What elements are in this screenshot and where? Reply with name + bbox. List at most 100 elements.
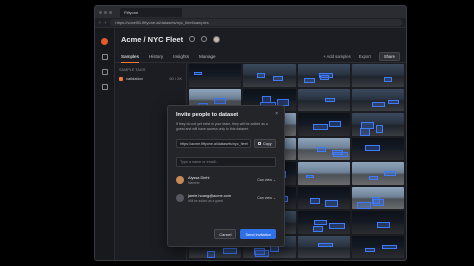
- sidebar-header-label: SAMPLE TAGS: [119, 68, 146, 72]
- invite-modal: Invite people to dataset × If they do no…: [167, 105, 285, 247]
- member-info: jamie.hoang@acme.com Will be added as a …: [188, 193, 231, 203]
- sample-thumbnail[interactable]: [297, 186, 350, 209]
- member-row: Alyssa Diehl Member Can view ⌄: [176, 175, 276, 185]
- sample-thumbnail[interactable]: [351, 211, 404, 234]
- detection-box: [314, 220, 327, 226]
- sample-thumbnail[interactable]: [297, 137, 350, 160]
- member-name: jamie.hoang@acme.com: [188, 193, 232, 198]
- detection-box: [316, 146, 326, 152]
- avatar: [176, 176, 184, 184]
- detection-box: [384, 171, 396, 176]
- detection-box: [272, 76, 283, 81]
- detection-box: [194, 71, 202, 76]
- send-invitation-button[interactable]: Send invitation: [240, 229, 276, 239]
- datasets-icon[interactable]: [101, 54, 108, 60]
- forward-icon[interactable]: ›: [105, 20, 107, 26]
- share-button[interactable]: Share: [378, 51, 400, 61]
- modal-actions: Cancel Send invitation: [214, 229, 276, 239]
- modal-description: If they do not yet exist in your team, t…: [176, 122, 268, 131]
- detection-box: [213, 97, 226, 105]
- detection-box: [305, 174, 315, 179]
- close-icon[interactable]: ×: [275, 112, 278, 117]
- sample-thumbnail[interactable]: [351, 235, 404, 258]
- sample-thumbnail[interactable]: [297, 64, 350, 87]
- detection-box: [310, 197, 321, 204]
- detection-box: [381, 244, 397, 250]
- window-dot[interactable]: [104, 10, 107, 14]
- export-button[interactable]: Export: [359, 54, 371, 59]
- cancel-button[interactable]: Cancel: [214, 229, 237, 239]
- detection-box: [375, 125, 384, 133]
- url-field[interactable]: https://voxel51.fiftyone.ai/datasets/nyc…: [110, 19, 402, 26]
- logo-icon[interactable]: [101, 38, 108, 45]
- member-row: jamie.hoang@acme.com Will be added as a …: [176, 193, 276, 203]
- sample-thumbnail[interactable]: [297, 211, 350, 234]
- permission-select[interactable]: Can view ⌄: [257, 178, 276, 182]
- sample-thumbnail[interactable]: [189, 64, 242, 87]
- sample-thumbnail[interactable]: [297, 162, 350, 185]
- browser-urlbar: ‹ › https://voxel51.fiftyone.ai/datasets…: [95, 18, 406, 28]
- detection-box: [372, 197, 380, 205]
- window-dot[interactable]: [109, 10, 112, 14]
- browser-tabbar: Fiftyone: [95, 6, 406, 18]
- detection-box: [377, 222, 391, 228]
- sample-thumbnail[interactable]: [351, 113, 404, 136]
- tab-insights[interactable]: Insights: [173, 50, 189, 63]
- detection-box: [324, 97, 336, 102]
- sidebar-item-count: 50 / 2K: [169, 76, 182, 81]
- detection-box: [304, 77, 316, 84]
- sample-thumbnail[interactable]: [297, 113, 350, 136]
- detection-box: [312, 123, 328, 131]
- settings-icon[interactable]: [201, 36, 208, 42]
- modal-title: Invite people to dataset: [176, 112, 239, 118]
- detection-box: [387, 99, 399, 104]
- permission-select[interactable]: Can view ⌄: [257, 196, 276, 200]
- page: Fiftyone ‹ › https://voxel51.fiftyone.ai…: [0, 0, 474, 266]
- detection-box: [371, 102, 386, 107]
- tab-history[interactable]: History: [149, 50, 163, 63]
- member-name: Alyssa Diehl: [188, 175, 210, 180]
- checkbox-icon[interactable]: [119, 76, 123, 81]
- link-row: https://acme.fiftyone.ai/datasets/nyc_fl…: [176, 139, 276, 148]
- help-icon[interactable]: [189, 36, 196, 42]
- sample-thumbnail[interactable]: [243, 64, 296, 87]
- detection-box: [364, 145, 380, 151]
- add-samples-button[interactable]: + Add samples: [323, 54, 351, 59]
- back-icon[interactable]: ‹: [99, 20, 101, 26]
- sample-thumbnail[interactable]: [351, 162, 404, 185]
- avatar[interactable]: [213, 35, 221, 43]
- grid-icon[interactable]: [101, 69, 108, 75]
- detection-box: [254, 247, 266, 256]
- detection-box: [329, 223, 345, 229]
- copy-icon: [258, 141, 262, 146]
- email-input[interactable]: Type a name or email...: [176, 157, 276, 167]
- detection-box: [313, 226, 323, 232]
- sample-thumbnail[interactable]: [351, 137, 404, 160]
- copy-button[interactable]: Copy: [254, 139, 276, 148]
- member-info: Alyssa Diehl Member: [188, 175, 209, 185]
- detection-box: [207, 251, 216, 258]
- browser-tab[interactable]: Fiftyone: [120, 7, 182, 17]
- sample-thumbnail[interactable]: [297, 235, 350, 258]
- detection-box: [325, 200, 339, 207]
- detection-box: [319, 73, 334, 79]
- share-link-field[interactable]: https://acme.fiftyone.ai/datasets/nyc_fl…: [176, 139, 251, 148]
- tab-manage[interactable]: Manage: [199, 50, 216, 63]
- member-role: Will be added as a guest: [188, 199, 223, 203]
- sidebar-item-validation[interactable]: validation 50 / 2K: [119, 76, 182, 81]
- left-rail: [95, 28, 115, 260]
- detection-box: [359, 128, 370, 136]
- sample-thumbnail[interactable]: [351, 186, 404, 209]
- sample-thumbnail[interactable]: [297, 88, 350, 111]
- toolbar: + Add samples Export Share: [323, 51, 400, 61]
- detection-box: [328, 120, 342, 128]
- browser-window: Fiftyone ‹ › https://voxel51.fiftyone.ai…: [94, 5, 407, 261]
- page-header: Acme / NYC Fleet: [115, 28, 406, 50]
- sample-thumbnail[interactable]: [351, 64, 404, 87]
- tab-samples[interactable]: Samples: [121, 50, 139, 63]
- detection-box: [257, 73, 266, 78]
- tab-bar: Samples History Insights Manage + Add sa…: [115, 50, 406, 63]
- settings-icon[interactable]: [101, 84, 108, 90]
- sample-thumbnail[interactable]: [351, 88, 404, 111]
- window-dot[interactable]: [99, 10, 102, 14]
